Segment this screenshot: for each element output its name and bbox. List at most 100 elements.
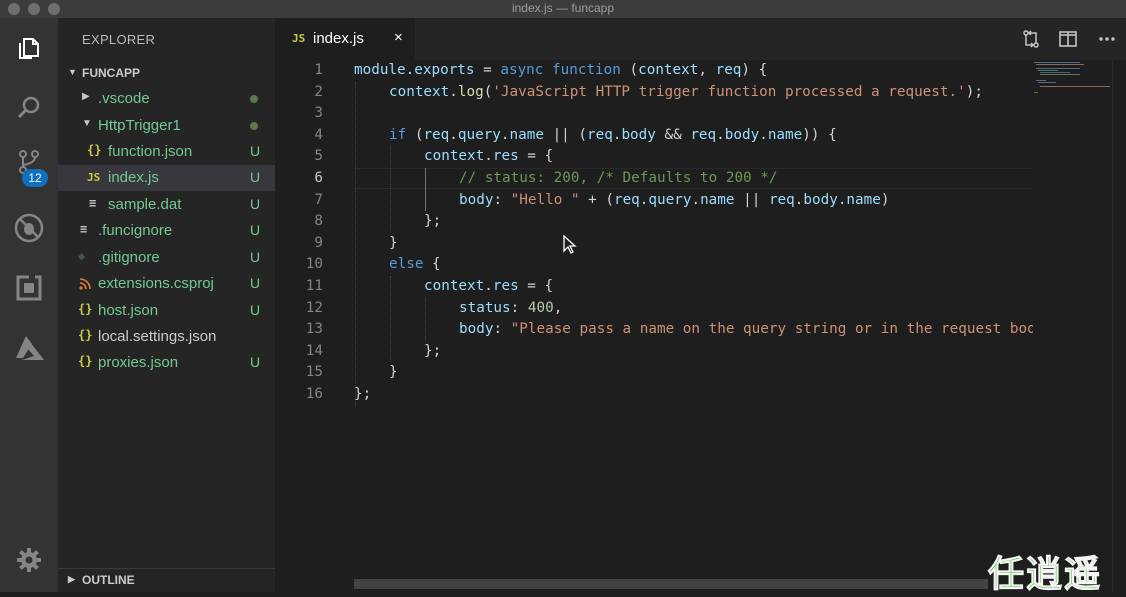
search-icon	[17, 96, 40, 119]
tree-item-label: HttpTrigger1	[98, 117, 181, 134]
json-file-icon: {}	[78, 354, 93, 368]
indent-guide	[425, 297, 426, 341]
azure-activity-button[interactable]	[9, 328, 49, 368]
tree-item-local-settings-json[interactable]: {} local.settings.json	[58, 324, 275, 350]
code-line-16: };	[354, 386, 372, 402]
more-icon	[1099, 37, 1115, 41]
folder-name: FUNCAPP	[82, 66, 141, 80]
json-file-icon: {}	[87, 143, 102, 157]
tree-item-proxies-json[interactable]: {} proxies.json U	[58, 350, 275, 376]
line-number: 14	[305, 342, 323, 359]
json-file-icon: {}	[78, 328, 93, 342]
horizontal-scrollbar-thumb[interactable]	[354, 579, 988, 589]
chevron-down-icon: ▼	[82, 118, 92, 129]
tree-item-label: .vscode	[98, 90, 150, 107]
tree-item-label: .funcignore	[98, 222, 173, 239]
tree-item-host-json[interactable]: {} host.json U	[58, 298, 275, 324]
tree-item-httptrigger1[interactable]: ▼ HttpTrigger1	[58, 113, 275, 139]
code-line-9: }	[389, 234, 398, 251]
line-number: 10	[305, 256, 323, 273]
tree-item-label: .gitignore	[98, 249, 160, 266]
code-line-11: context.res = {	[424, 278, 554, 294]
compare-changes-icon	[1023, 30, 1039, 48]
tree-item-vscode[interactable]: ▶ .vscode	[58, 86, 275, 112]
status-untracked: U	[250, 302, 261, 318]
code-editor[interactable]: 1 2 3 4 5 6 7 8 9 10 11 12 13 14 15 16 m…	[275, 60, 1126, 592]
watermark-text: 任逍遥	[987, 554, 1103, 596]
minimap-line	[1034, 92, 1038, 93]
tree-item-function-json[interactable]: {} function.json U	[58, 139, 275, 165]
line-number: 12	[305, 299, 323, 316]
tree-item-sample-dat[interactable]: ≡ sample.dat U	[58, 192, 275, 218]
activity-bar: 12	[0, 18, 58, 592]
debug-icon	[14, 213, 44, 243]
minimap-line	[1036, 80, 1046, 81]
debug-activity-button[interactable]	[9, 208, 49, 248]
line-number: 13	[305, 321, 323, 338]
rss-file-icon	[79, 278, 91, 290]
open-changes-button[interactable]	[1020, 28, 1042, 50]
editor-tab-bar: JS index.js ×	[275, 18, 1126, 60]
tree-item-funcignore[interactable]: ≡ .funcignore U	[58, 218, 275, 244]
folder-header-funcapp[interactable]: ▼ FUNCAPP	[58, 64, 275, 84]
modified-dot-icon	[250, 122, 258, 130]
js-file-icon: JS	[292, 32, 306, 45]
extensions-activity-button[interactable]	[9, 268, 49, 308]
search-activity-button[interactable]	[9, 88, 49, 128]
manage-settings-button[interactable]	[9, 540, 49, 580]
code-line-4: if (req.query.name || (req.body && req.b…	[389, 126, 837, 143]
tree-item-index-js[interactable]: JS index.js U	[58, 165, 275, 191]
tree-item-label: extensions.csproj	[98, 275, 214, 292]
indent-guide-active	[425, 167, 426, 211]
line-number: 2	[314, 83, 323, 100]
tree-item-label: host.json	[98, 302, 159, 319]
gear-icon	[17, 548, 41, 572]
vertical-scrollbar[interactable]	[1112, 60, 1126, 592]
status-untracked: U	[250, 275, 261, 291]
split-editor-button[interactable]	[1057, 28, 1079, 50]
git-file-icon: ◆	[78, 249, 86, 263]
line-number: 11	[305, 278, 323, 294]
minimap-line	[1038, 82, 1056, 83]
chevron-right-icon: ▶	[68, 574, 75, 584]
line-number: 8	[314, 213, 323, 230]
tree-item-label: proxies.json	[98, 354, 179, 371]
line-number: 9	[314, 234, 323, 251]
tab-label: index.js	[313, 30, 364, 47]
tab-index-js[interactable]: JS index.js ×	[275, 18, 415, 60]
code-line-2: context.log('JavaScript HTTP trigger fun…	[389, 83, 983, 100]
sidebar-title: EXPLORER	[82, 32, 156, 47]
files-icon	[19, 38, 39, 59]
tree-item-label: function.json	[108, 143, 193, 160]
source-control-badge: 12	[22, 169, 48, 187]
minimap-line	[1040, 72, 1070, 73]
tree-item-extensions-csproj[interactable]: extensions.csproj U	[58, 271, 275, 297]
code-line-15: }	[389, 364, 398, 381]
status-untracked: U	[250, 196, 261, 212]
extensions-icon	[16, 275, 42, 301]
status-untracked: U	[250, 249, 261, 265]
azure-icon	[16, 336, 44, 360]
explorer-sidebar: EXPLORER ▼ FUNCAPP ▶ .vscode ▼ HttpTrigg…	[58, 18, 275, 592]
tree-item-gitignore[interactable]: ◆ .gitignore U	[58, 245, 275, 271]
more-actions-button[interactable]	[1096, 28, 1118, 50]
close-icon[interactable]: ×	[394, 29, 403, 46]
line-number: 4	[314, 126, 323, 143]
explorer-activity-button[interactable]	[9, 28, 49, 68]
line-number: 5	[314, 148, 323, 165]
code-line-8: };	[424, 213, 442, 230]
tree-item-label: sample.dat	[108, 196, 182, 213]
line-number: 7	[314, 191, 323, 208]
line-number: 16	[305, 386, 323, 402]
tree-item-label: local.settings.json	[98, 328, 217, 345]
status-untracked: U	[250, 222, 261, 238]
line-number: 15	[305, 364, 323, 381]
title-bar: index.js — funcapp	[0, 0, 1126, 18]
code-line-5: context.res = {	[424, 148, 554, 165]
code-line-12: status: 400,	[459, 299, 563, 316]
outline-section-header[interactable]: ▶ OUTLINE	[58, 568, 275, 592]
js-file-icon: JS	[87, 171, 101, 184]
code-line-1: module.exports = async function (context…	[354, 62, 768, 78]
chevron-right-icon: ▶	[82, 91, 90, 102]
minimap[interactable]	[1032, 60, 1112, 100]
